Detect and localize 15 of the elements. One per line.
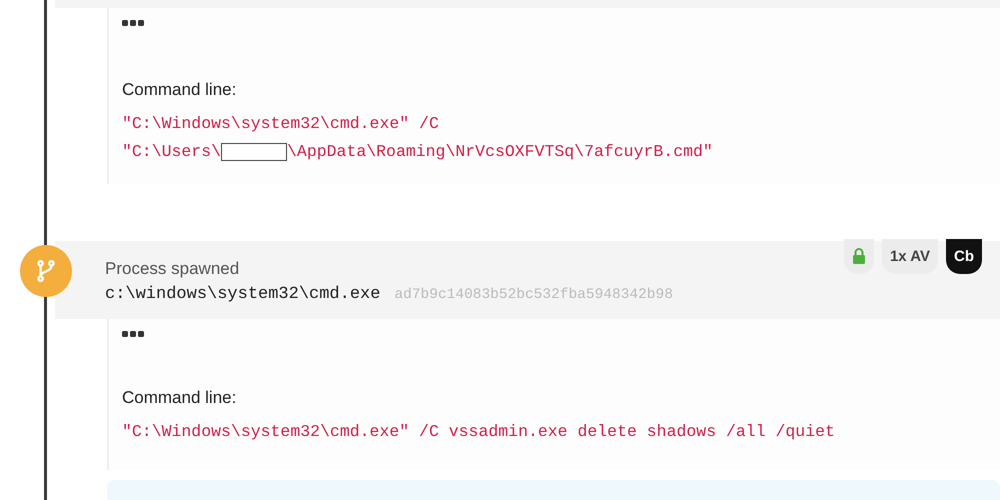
source-badge: Cb [946, 238, 982, 274]
event-title: Process spawned [105, 258, 240, 279]
command-text: "C:\Users\ [122, 140, 222, 163]
command-text: "C:\Windows\system32\cmd.exe" /C vssadmin.exe delete shadows /all /quiet [122, 420, 835, 443]
field-label: Command line: [122, 80, 238, 100]
ellipsis-icon[interactable] [122, 20, 144, 26]
lock-icon [852, 248, 866, 264]
ellipsis-icon[interactable] [122, 330, 144, 337]
redaction-mark [221, 142, 288, 161]
command-text: \AppData\Roaming\NrVcsOXFVTSq\7afcuyrB.cmd" [287, 140, 713, 163]
field-label: Command line: [122, 388, 238, 408]
file-hash: ad7b9c14083b52bc532fba5948342b98 [394, 286, 673, 303]
av-badge: 1x AV [882, 238, 938, 274]
command-text: "C:\Windows\system32\cmd.exe" /C [122, 112, 439, 135]
process-path: c:\windows\system32\cmd.exe [105, 284, 380, 304]
